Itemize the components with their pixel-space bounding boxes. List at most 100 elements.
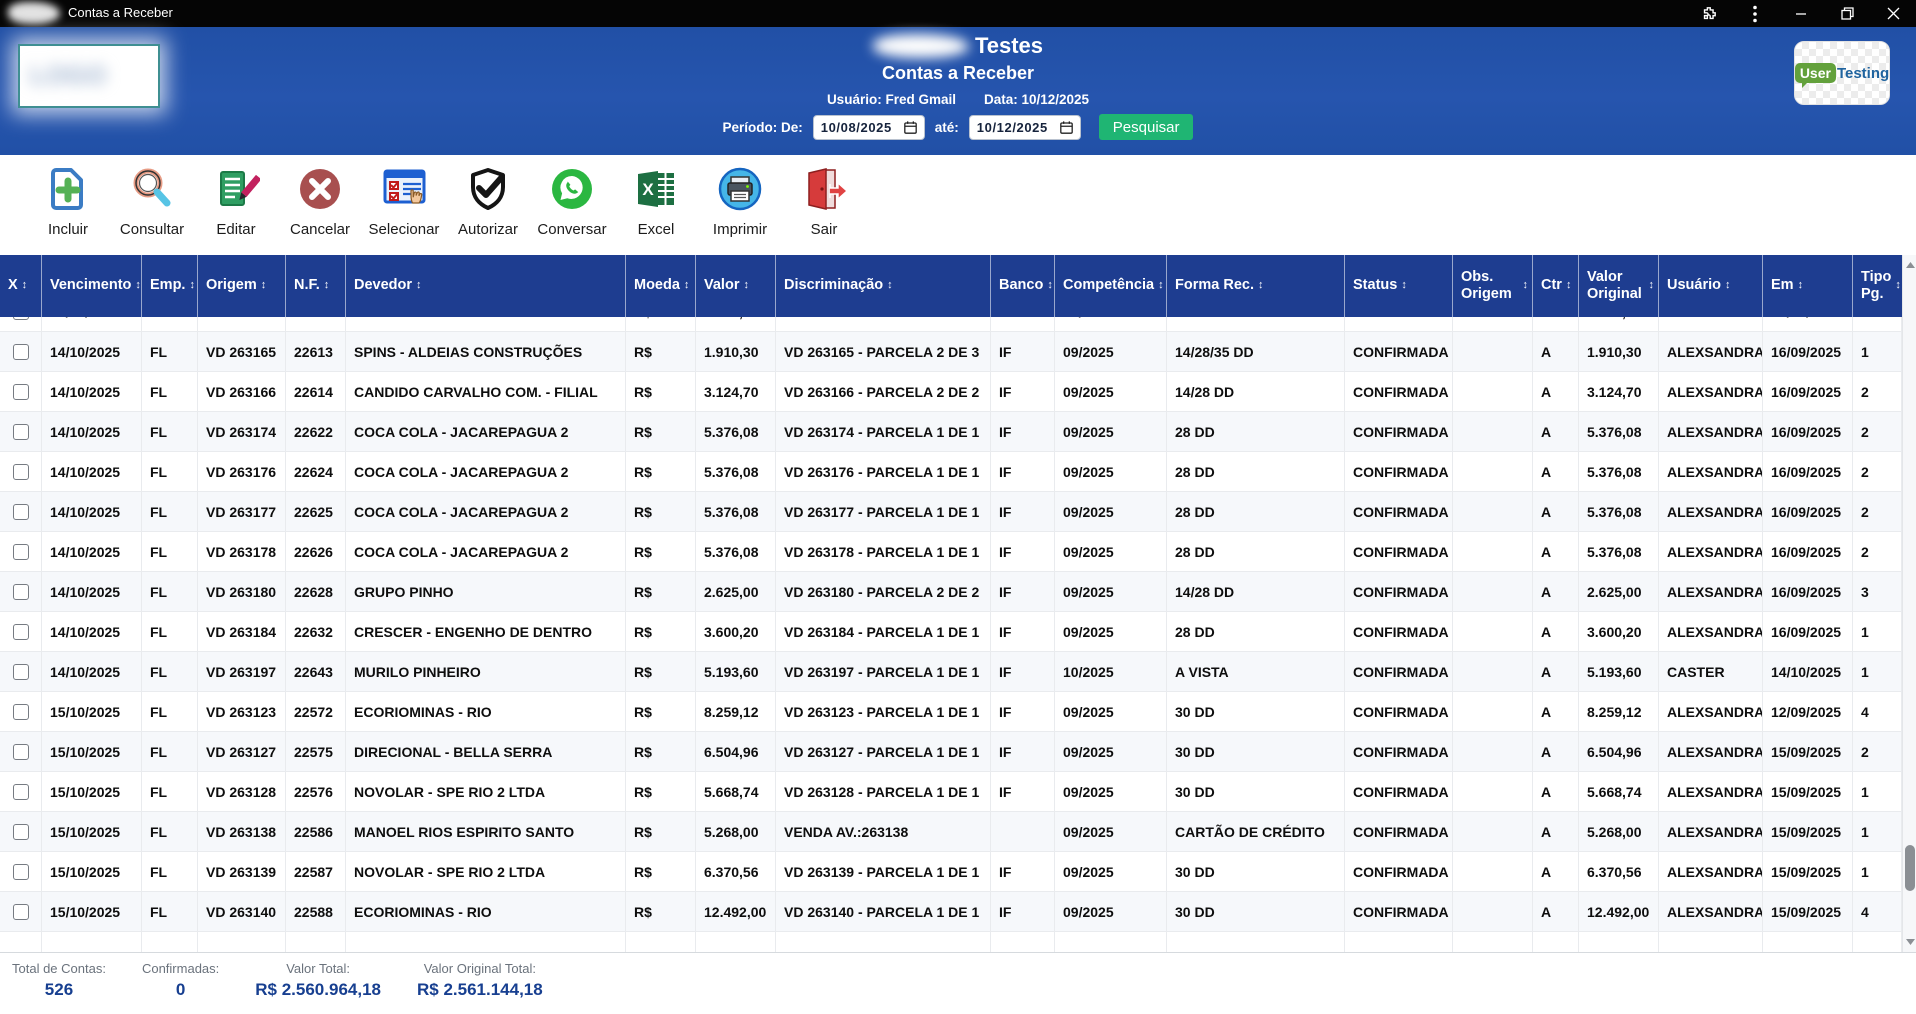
column-header[interactable]: Banco↕ bbox=[991, 255, 1055, 317]
column-header[interactable]: Origem↕ bbox=[198, 255, 286, 317]
column-header[interactable]: Obs. Origem↕ bbox=[1453, 255, 1533, 317]
table-row[interactable]: 14/10/2025FLVD 26316522613SPINS - ALDEIA… bbox=[0, 332, 1902, 372]
row-checkbox[interactable] bbox=[13, 824, 29, 840]
column-header[interactable]: Discriminação↕ bbox=[776, 255, 991, 317]
table-row[interactable]: 14/10/2025FLVD 26317722625COCA COLA - JA… bbox=[0, 492, 1902, 532]
sort-icon[interactable]: ↕ bbox=[743, 279, 749, 292]
sort-icon[interactable]: ↕ bbox=[1725, 279, 1731, 292]
row-checkbox[interactable] bbox=[13, 744, 29, 760]
toolbar-button-incluir[interactable]: Incluir bbox=[26, 165, 110, 238]
table-row[interactable]: 15/10/2025FLVD 26312822576NOVOLAR - SPE … bbox=[0, 772, 1902, 812]
table-row[interactable]: 14/10/2025FLVD 26319722643MURILO PINHEIR… bbox=[0, 652, 1902, 692]
table-cell: 22624 bbox=[286, 452, 346, 492]
sort-icon[interactable]: ↕ bbox=[261, 279, 267, 292]
table-row[interactable]: 14/10/2025FLVD 26316622614CANDIDO CARVAL… bbox=[0, 372, 1902, 412]
table-row[interactable]: 14/10/2025FLVD 26317822626COCA COLA - JA… bbox=[0, 532, 1902, 572]
table-row[interactable]: 15/10/2025FLVD 26312322572ECORIOMINAS - … bbox=[0, 692, 1902, 732]
column-header[interactable]: Devedor↕ bbox=[346, 255, 626, 317]
search-button[interactable]: Pesquisar bbox=[1099, 114, 1194, 140]
toolbar-button-editar[interactable]: Editar bbox=[194, 165, 278, 238]
column-header[interactable]: N.F.↕ bbox=[286, 255, 346, 317]
vertical-scrollbar[interactable] bbox=[1902, 255, 1916, 952]
row-checkbox[interactable] bbox=[13, 344, 29, 360]
sort-icon[interactable]: ↕ bbox=[1566, 279, 1572, 292]
column-header[interactable]: Usuário↕ bbox=[1659, 255, 1763, 317]
sort-icon[interactable]: ↕ bbox=[22, 279, 28, 292]
sort-icon[interactable]: ↕ bbox=[1798, 279, 1804, 292]
scroll-up-icon[interactable] bbox=[1903, 257, 1916, 273]
column-header[interactable]: Vencimento↕ bbox=[42, 255, 142, 317]
calendar-icon[interactable] bbox=[1060, 121, 1073, 134]
sort-icon[interactable]: ↕ bbox=[1401, 279, 1407, 292]
column-header[interactable]: X↕ bbox=[0, 255, 42, 317]
table-row[interactable]: 15/10/2025FLVD 26314022588ECORIOMINAS - … bbox=[0, 892, 1902, 932]
table-row[interactable]: 15/10/2025FLVD 26313922587NOVOLAR - SPE … bbox=[0, 852, 1902, 892]
column-header[interactable]: Valor Original↕ bbox=[1579, 255, 1659, 317]
toolbar-button-cancelar[interactable]: Cancelar bbox=[278, 165, 362, 238]
scrollbar-thumb[interactable] bbox=[1905, 845, 1915, 891]
sort-icon[interactable]: ↕ bbox=[1258, 279, 1264, 292]
table-cell: 09/2025 bbox=[1055, 412, 1167, 452]
column-header[interactable]: Em↕ bbox=[1763, 255, 1853, 317]
date-from-input[interactable]: 10/08/2025 bbox=[813, 115, 925, 140]
row-checkbox[interactable] bbox=[13, 584, 29, 600]
table-cell: CONFIRMADA bbox=[1345, 652, 1453, 692]
toolbar-button-selecionar[interactable]: Selecionar bbox=[362, 165, 446, 238]
column-header[interactable]: Forma Rec.↕ bbox=[1167, 255, 1345, 317]
row-checkbox[interactable] bbox=[13, 384, 29, 400]
column-header[interactable]: Status↕ bbox=[1345, 255, 1453, 317]
row-checkbox[interactable] bbox=[13, 424, 29, 440]
table-row[interactable]: 14/10/2025FLVD 26317422622COCA COLA - JA… bbox=[0, 412, 1902, 452]
column-header[interactable]: Tipo Pg.↕ bbox=[1853, 255, 1902, 317]
table-row[interactable]: 14/10/2025FLVD 26318422632CRESCER - ENGE… bbox=[0, 612, 1902, 652]
table-row[interactable]: 14/10/2025FLVD 26317622624COCA COLA - JA… bbox=[0, 452, 1902, 492]
table-cell: CONFIRMADA bbox=[1345, 772, 1453, 812]
row-checkbox[interactable] bbox=[13, 784, 29, 800]
sort-icon[interactable]: ↕ bbox=[684, 279, 690, 292]
toolbar-button-excel[interactable]: XExcel bbox=[614, 165, 698, 238]
table-cell bbox=[1453, 692, 1533, 732]
row-checkbox[interactable] bbox=[13, 624, 29, 640]
table-row[interactable]: 15/10/2025FLVD 26312722575DIRECIONAL - B… bbox=[0, 732, 1902, 772]
row-checkbox[interactable] bbox=[13, 904, 29, 920]
scroll-down-icon[interactable] bbox=[1903, 934, 1916, 950]
extensions-icon[interactable] bbox=[1686, 0, 1732, 27]
row-checkbox[interactable] bbox=[13, 704, 29, 720]
column-header[interactable]: Ctr↕ bbox=[1533, 255, 1579, 317]
table-row[interactable]: 15/10/2025FLVD 26313822586MANOEL RIOS ES… bbox=[0, 812, 1902, 852]
sort-icon[interactable]: ↕ bbox=[1895, 279, 1901, 292]
date-to-input[interactable]: 10/12/2025 bbox=[969, 115, 1081, 140]
column-header[interactable]: Moeda↕ bbox=[626, 255, 696, 317]
total-label: Valor Original Total: bbox=[424, 961, 536, 976]
table-row[interactable]: 14/10/2025FLVD 26318022628GRUPO PINHOR$2… bbox=[0, 572, 1902, 612]
sort-icon[interactable]: ↕ bbox=[1523, 279, 1529, 292]
table-row[interactable] bbox=[0, 932, 1902, 952]
sort-icon[interactable]: ↕ bbox=[1047, 279, 1053, 292]
column-header[interactable]: Competência↕ bbox=[1055, 255, 1167, 317]
table-cell: VD 263174 bbox=[198, 412, 286, 452]
toolbar-button-sair[interactable]: Sair bbox=[782, 165, 866, 238]
row-checkbox[interactable] bbox=[13, 504, 29, 520]
menu-dots-icon[interactable] bbox=[1732, 0, 1778, 27]
sort-icon[interactable]: ↕ bbox=[189, 279, 195, 292]
sort-icon[interactable]: ↕ bbox=[135, 279, 141, 292]
row-checkbox[interactable] bbox=[13, 664, 29, 680]
column-header[interactable]: Valor↕ bbox=[696, 255, 776, 317]
calendar-icon[interactable] bbox=[904, 121, 917, 134]
toolbar-button-conversar[interactable]: Conversar bbox=[530, 165, 614, 238]
toolbar-button-imprimir[interactable]: Imprimir bbox=[698, 165, 782, 238]
close-button[interactable] bbox=[1870, 0, 1916, 27]
minimize-button[interactable] bbox=[1778, 0, 1824, 27]
restore-button[interactable] bbox=[1824, 0, 1870, 27]
row-checkbox[interactable] bbox=[13, 864, 29, 880]
sort-icon[interactable]: ↕ bbox=[1158, 279, 1164, 292]
row-checkbox[interactable] bbox=[13, 464, 29, 480]
toolbar-button-consultar[interactable]: Consultar bbox=[110, 165, 194, 238]
sort-icon[interactable]: ↕ bbox=[1649, 279, 1655, 292]
column-header[interactable]: Emp.↕ bbox=[142, 255, 198, 317]
row-checkbox[interactable] bbox=[13, 544, 29, 560]
toolbar-button-autorizar[interactable]: Autorizar bbox=[446, 165, 530, 238]
sort-icon[interactable]: ↕ bbox=[324, 279, 330, 292]
sort-icon[interactable]: ↕ bbox=[887, 279, 893, 292]
sort-icon[interactable]: ↕ bbox=[416, 279, 422, 292]
